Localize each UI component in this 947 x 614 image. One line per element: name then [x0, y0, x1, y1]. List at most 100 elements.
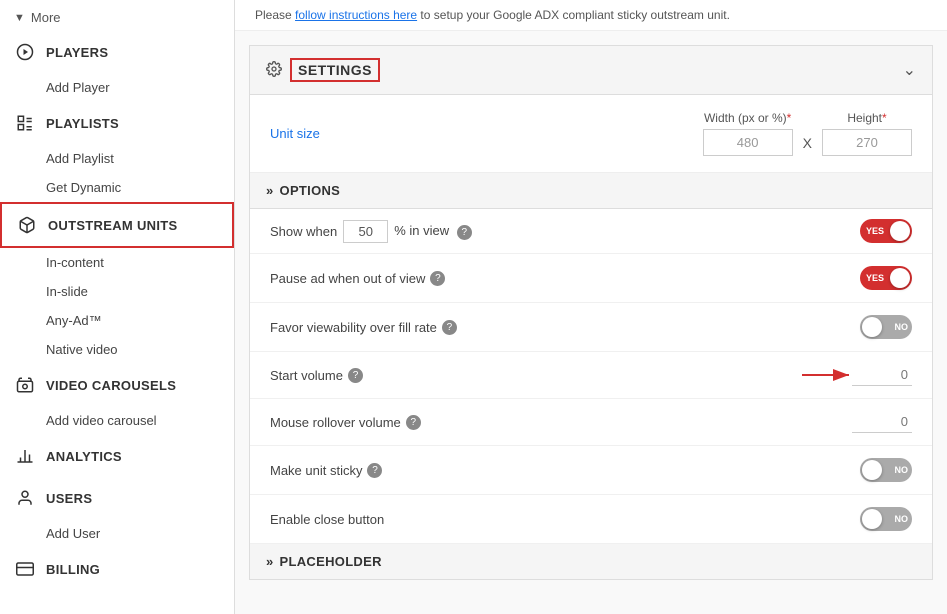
sidebar-sub-get-dynamic[interactable]: Get Dynamic — [0, 173, 234, 202]
show-when-row: Show when % in view ? YES — [250, 209, 932, 254]
sidebar-item-analytics[interactable]: ANALYTICS — [0, 435, 234, 477]
enable-close-toggle[interactable]: NO — [860, 507, 912, 531]
sidebar-item-players[interactable]: PLAYERS — [0, 31, 234, 73]
billing-label: BILLING — [46, 562, 100, 577]
width-label: Width (px or %)* — [704, 111, 791, 125]
show-when-question-icon[interactable]: ? — [457, 225, 472, 240]
play-circle-icon — [14, 41, 36, 63]
show-when-toggle[interactable]: YES — [860, 219, 912, 243]
settings-chevron: ⌄ — [903, 60, 916, 80]
show-when-suffix: % in view ? — [394, 223, 472, 240]
video-carousels-label: VIDEO CAROUSELS — [46, 378, 176, 393]
options-header[interactable]: » OPTIONS — [250, 173, 932, 209]
start-volume-value — [852, 364, 912, 386]
gear-icon — [266, 61, 282, 80]
sidebar-item-video-carousels[interactable]: VIDEO CAROUSELS — [0, 364, 234, 406]
more-label: More — [31, 10, 61, 25]
placeholder-label: PLACEHOLDER — [280, 554, 382, 569]
enable-close-label: Enable close button — [270, 512, 384, 527]
sidebar-more-header[interactable]: ▼ More — [0, 4, 234, 31]
height-col: Height* — [822, 111, 912, 156]
make-sticky-toggle[interactable]: NO — [860, 458, 912, 482]
width-input[interactable] — [703, 129, 793, 156]
make-sticky-label: Make unit sticky ? — [270, 463, 382, 478]
favor-viewability-label: Favor viewability over fill rate ? — [270, 320, 457, 335]
height-input[interactable] — [822, 129, 912, 156]
pause-ad-toggle[interactable]: YES — [860, 266, 912, 290]
box-icon — [16, 214, 38, 236]
show-when-toggle-label: YES — [866, 226, 884, 236]
sidebar-sub-in-content[interactable]: In-content — [0, 248, 234, 277]
main-content: Please follow instructions here to setup… — [235, 0, 947, 614]
mouse-rollover-input[interactable] — [852, 411, 912, 433]
mouse-rollover-value — [852, 411, 912, 433]
pause-ad-toggle-track[interactable]: YES — [860, 266, 912, 290]
chevron-right-icon: » — [266, 183, 274, 198]
placeholder-header[interactable]: » PLACEHOLDER — [250, 544, 932, 579]
favor-viewability-row: Favor viewability over fill rate ? NO — [250, 303, 932, 352]
enable-close-toggle-thumb — [862, 509, 882, 529]
unit-size-fields: Width (px or %)* X Height* — [703, 111, 912, 156]
sidebar-item-billing[interactable]: BILLING — [0, 548, 234, 590]
sidebar-sub-add-video-carousel[interactable]: Add video carousel — [0, 406, 234, 435]
show-when-label: Show when — [270, 224, 337, 239]
sidebar-item-outstream[interactable]: OUTSTREAM UNITS — [0, 202, 234, 248]
sidebar-sub-add-playlist[interactable]: Add Playlist — [0, 144, 234, 173]
red-arrow — [797, 363, 857, 387]
users-label: USERS — [46, 491, 92, 506]
sidebar-sub-native-video[interactable]: Native video — [0, 335, 234, 364]
favor-viewability-question-icon[interactable]: ? — [442, 320, 457, 335]
enable-close-toggle-track[interactable]: NO — [860, 507, 912, 531]
start-volume-input[interactable] — [852, 364, 912, 386]
favor-viewability-toggle-thumb — [862, 317, 882, 337]
make-sticky-toggle-track[interactable]: NO — [860, 458, 912, 482]
make-sticky-toggle-label: NO — [895, 465, 909, 475]
sidebar-sub-add-player[interactable]: Add Player — [0, 73, 234, 102]
settings-panel: SETTINGS ⌄ Unit size Width (px or %)* X … — [249, 45, 933, 580]
credit-card-icon — [14, 558, 36, 580]
sidebar-sub-any-ad[interactable]: Any-Ad™ — [0, 306, 234, 335]
outstream-label: OUTSTREAM UNITS — [48, 218, 177, 233]
options-label: OPTIONS — [280, 183, 341, 198]
start-volume-label: Start volume ? — [270, 368, 363, 383]
sidebar-sub-in-slide[interactable]: In-slide — [0, 277, 234, 306]
make-sticky-toggle-thumb — [862, 460, 882, 480]
show-when-toggle-track[interactable]: YES — [860, 219, 912, 243]
sidebar-sub-add-user[interactable]: Add User — [0, 519, 234, 548]
person-icon — [14, 487, 36, 509]
mouse-rollover-label: Mouse rollover volume ? — [270, 415, 421, 430]
start-volume-question-icon[interactable]: ? — [348, 368, 363, 383]
sidebar: ▼ More PLAYERS Add Player PLAYLISTS — [0, 0, 235, 614]
top-notice: Please follow instructions here to setup… — [235, 0, 947, 31]
settings-title: SETTINGS — [290, 58, 380, 82]
show-when-input[interactable] — [343, 220, 388, 243]
placeholder-chevron-icon: » — [266, 554, 274, 569]
sidebar-item-users[interactable]: USERS — [0, 477, 234, 519]
settings-header[interactable]: SETTINGS ⌄ — [250, 46, 932, 95]
mouse-rollover-row: Mouse rollover volume ? — [250, 399, 932, 446]
size-separator: X — [803, 135, 812, 151]
playlists-label: PLAYLISTS — [46, 116, 119, 131]
unit-size-label: Unit size — [270, 126, 450, 141]
favor-viewability-toggle-track[interactable]: NO — [860, 315, 912, 339]
chevron-down-icon: ▼ — [14, 12, 25, 24]
players-label: PLAYERS — [46, 45, 108, 60]
show-when-toggle-thumb — [890, 221, 910, 241]
make-sticky-row: Make unit sticky ? NO — [250, 446, 932, 495]
favor-viewability-toggle[interactable]: NO — [860, 315, 912, 339]
bar-chart-icon — [14, 445, 36, 467]
pause-ad-question-icon[interactable]: ? — [430, 271, 445, 286]
mouse-rollover-question-icon[interactable]: ? — [406, 415, 421, 430]
enable-close-toggle-label: NO — [895, 514, 909, 524]
height-label: Height* — [847, 111, 886, 125]
instructions-link[interactable]: follow instructions here — [295, 8, 417, 22]
settings-header-left: SETTINGS — [266, 58, 380, 82]
carousel-icon — [14, 374, 36, 396]
unit-size-row: Unit size Width (px or %)* X Height* — [250, 95, 932, 173]
sidebar-item-playlists[interactable]: PLAYLISTS — [0, 102, 234, 144]
pause-ad-label: Pause ad when out of view ? — [270, 271, 445, 286]
make-sticky-question-icon[interactable]: ? — [367, 463, 382, 478]
pause-ad-row: Pause ad when out of view ? YES — [250, 254, 932, 303]
analytics-label: ANALYTICS — [46, 449, 122, 464]
favor-viewability-toggle-label: NO — [895, 322, 909, 332]
